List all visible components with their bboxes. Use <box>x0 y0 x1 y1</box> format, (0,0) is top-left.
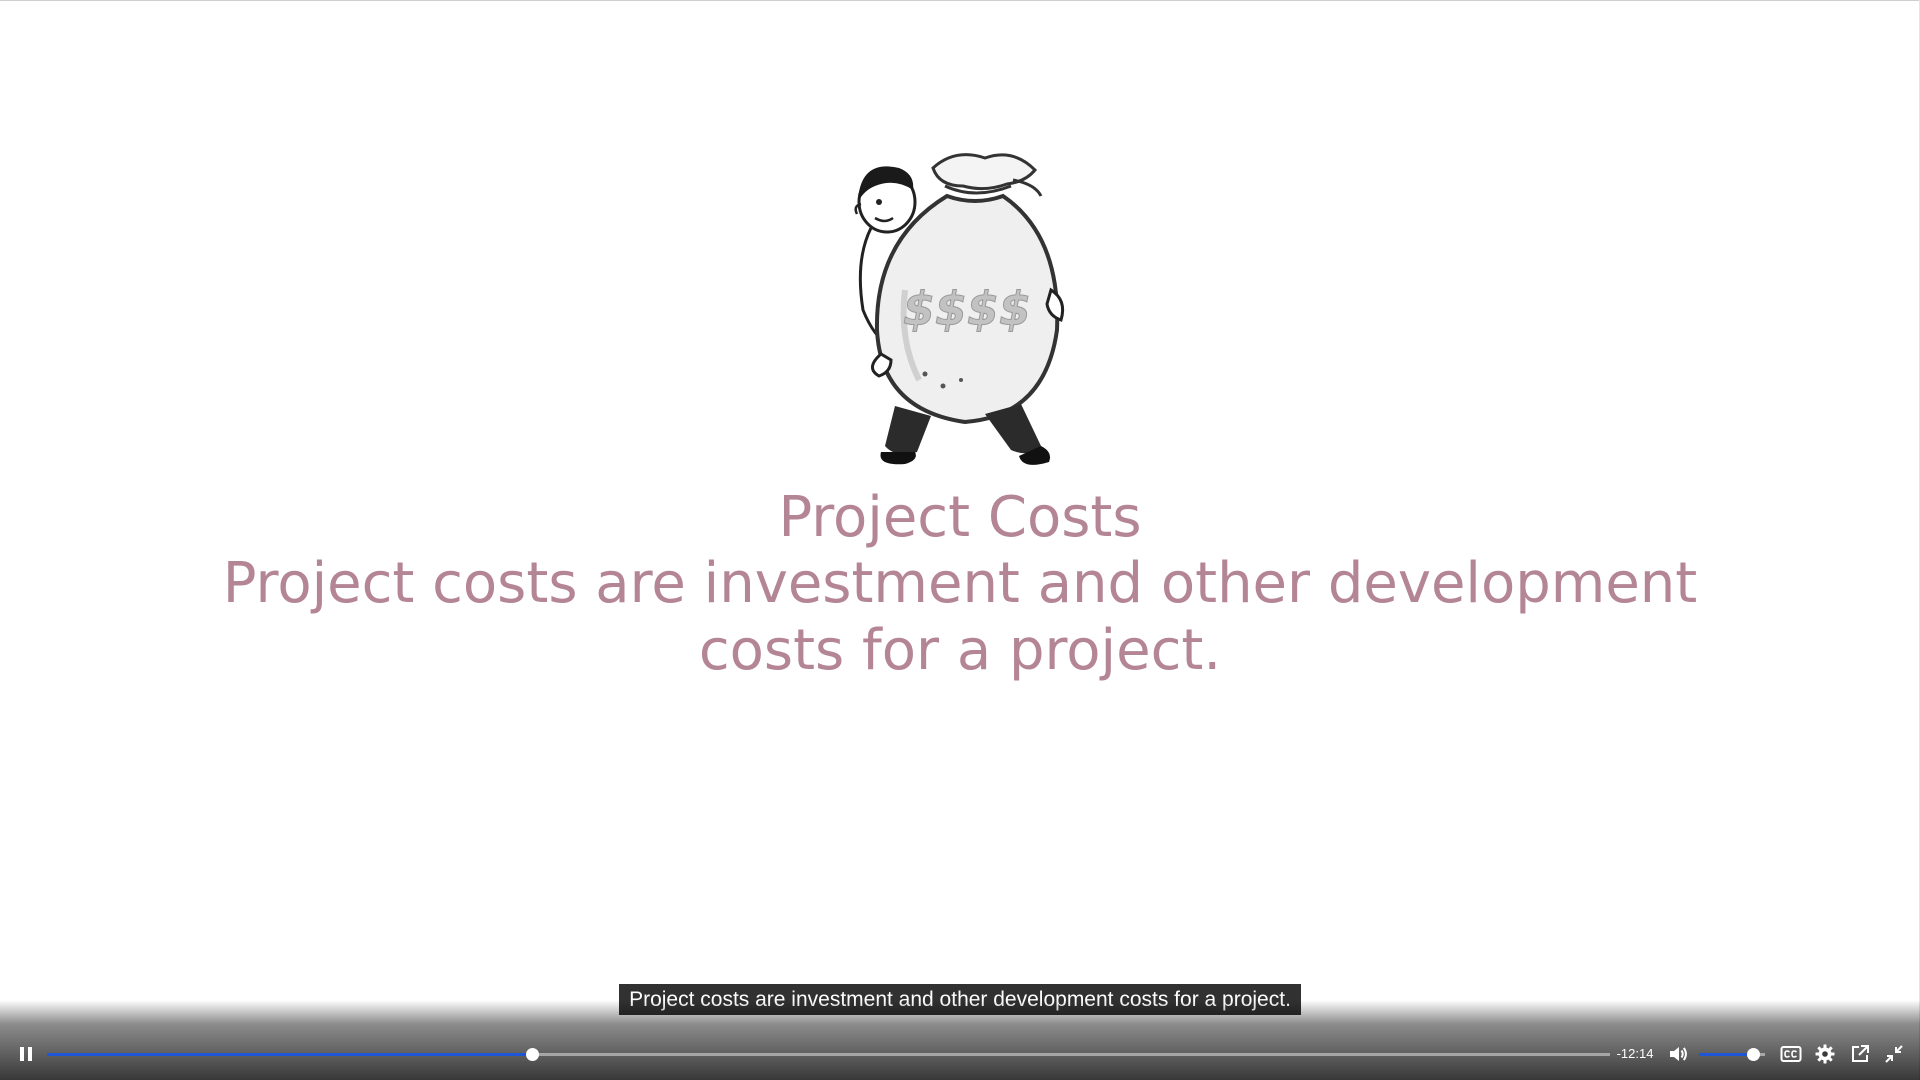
popout-icon <box>1852 1045 1869 1062</box>
settings-button[interactable] <box>1811 1040 1839 1068</box>
pause-icon <box>20 1047 32 1061</box>
closed-captions-icon <box>1780 1046 1802 1062</box>
video-frame[interactable]: $$$$ Project Costs Project costs are inv… <box>0 0 1920 1000</box>
seek-bar[interactable] <box>47 1048 1610 1061</box>
bag-dollar-signs: $$$$ <box>903 282 1031 336</box>
player-controls-bar <box>0 1000 1920 1080</box>
money-bag-man-illustration: $$$$ <box>854 153 1065 465</box>
popout-button[interactable] <box>1846 1040 1874 1068</box>
mute-button[interactable] <box>1664 1040 1692 1068</box>
slide-body-text: Project costs are investment and other d… <box>222 551 1698 683</box>
volume-icon <box>1670 1047 1687 1061</box>
play-pause-button[interactable] <box>12 1040 40 1068</box>
volume-slider[interactable] <box>1699 1048 1765 1061</box>
time-remaining: -12:14 <box>1616 1046 1654 1061</box>
seek-thumb[interactable] <box>525 1048 539 1061</box>
exit-fullscreen-button[interactable] <box>1880 1040 1908 1068</box>
slide-title: Project Costs <box>778 485 1142 550</box>
seek-played <box>47 1053 532 1056</box>
exit-fullscreen-icon <box>1885 1045 1903 1063</box>
closed-captions-button[interactable] <box>1777 1040 1805 1068</box>
gear-icon <box>1815 1044 1835 1064</box>
volume-fill <box>1699 1053 1754 1056</box>
